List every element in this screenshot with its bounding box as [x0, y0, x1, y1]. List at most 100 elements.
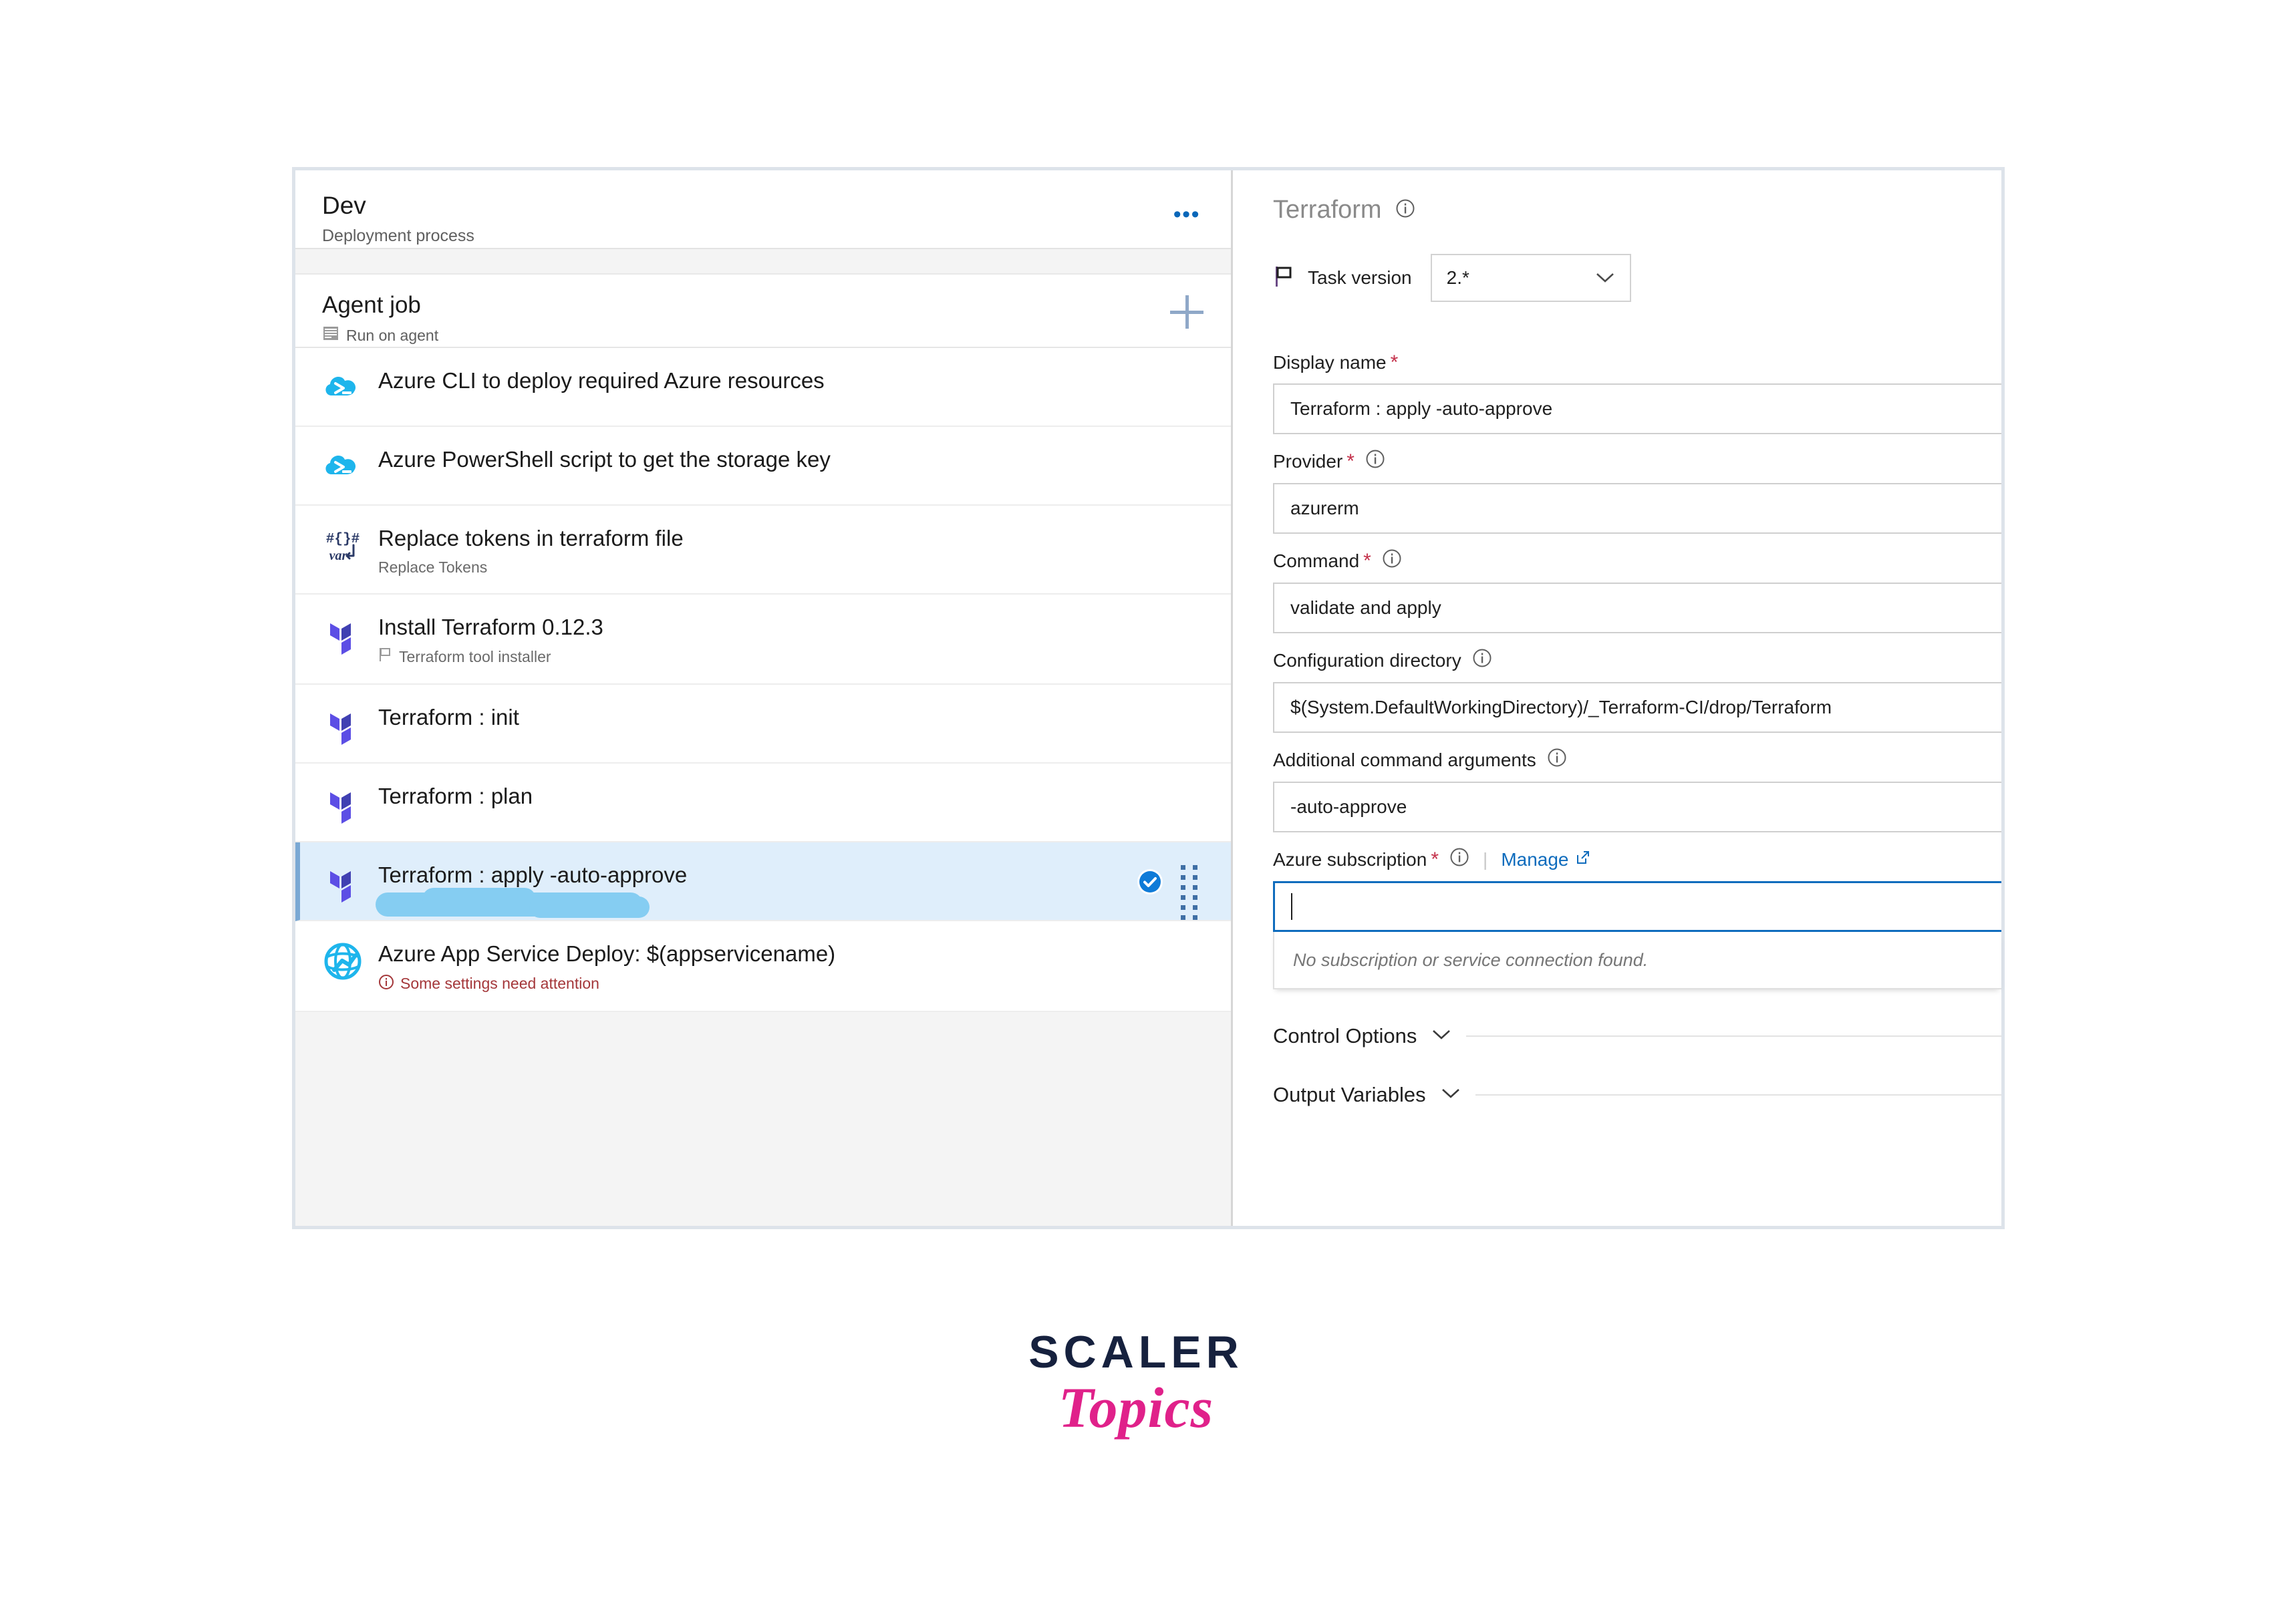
- chevron-down-icon: [1441, 1088, 1461, 1103]
- required-asterisk: *: [1346, 450, 1355, 473]
- field-provider: Provider * azurerm: [1273, 438, 2001, 534]
- field-label-text: Display name: [1273, 352, 1387, 373]
- required-asterisk: *: [1391, 351, 1399, 374]
- task-row[interactable]: #{}# var Replace tokens in terraform fil…: [295, 506, 1231, 595]
- task-row[interactable]: Azure App Service Deploy: $(appservicena…: [295, 921, 1231, 1012]
- tool-installer-flag-icon: [378, 647, 393, 667]
- task-title: Terraform : apply -auto-approve: [378, 862, 1204, 888]
- configuration-directory-input[interactable]: $(System.DefaultWorkingDirectory)/_Terra…: [1273, 682, 2001, 733]
- task-text: Terraform : plan: [378, 780, 1204, 810]
- task-row[interactable]: Azure CLI to deploy required Azure resou…: [295, 348, 1231, 427]
- warning-info-icon: [378, 974, 394, 994]
- drag-handle[interactable]: [1181, 865, 1199, 921]
- section-divider: [1475, 1094, 2001, 1096]
- field-label: Configuration directory: [1273, 637, 2001, 682]
- field-label: Command *: [1273, 538, 2001, 583]
- pipeline-task-editor-window: Dev Deployment process ••• Agent job: [292, 167, 2005, 1229]
- agent-job-subtitle: Run on agent: [322, 325, 1204, 346]
- task-row[interactable]: Azure PowerShell script to get the stora…: [295, 427, 1231, 506]
- section-control-options[interactable]: Control Options: [1273, 1024, 2001, 1048]
- task-subtitle-label: Terraform tool installer: [399, 648, 551, 666]
- field-display-name: Display name * Terraform : apply -auto-a…: [1273, 341, 2001, 434]
- azure-app-service-icon: [322, 941, 364, 982]
- process-header: Dev Deployment process •••: [295, 170, 1231, 249]
- field-label: Display name *: [1273, 341, 2001, 383]
- task-version-select[interactable]: 2.*: [1431, 254, 1631, 302]
- subscription-empty-message: No subscription or service connection fo…: [1273, 932, 2001, 989]
- info-icon[interactable]: [1472, 648, 1492, 673]
- field-label: Additional command arguments: [1273, 737, 2001, 782]
- field-label-text: Azure subscription: [1273, 849, 1427, 870]
- azure-powershell-icon: [322, 446, 364, 488]
- task-title: Terraform : plan: [378, 783, 1204, 810]
- additional-arguments-input[interactable]: -auto-approve: [1273, 782, 2001, 832]
- manage-link-label: Manage: [1501, 849, 1568, 870]
- task-title: Replace tokens in terraform file: [378, 525, 1204, 552]
- watermark-topics: Topics: [1016, 1374, 1256, 1441]
- panel-gap: [295, 249, 1231, 273]
- task-text: Terraform : init: [378, 701, 1204, 731]
- info-icon[interactable]: [1395, 198, 1415, 222]
- configuration-directory-value: $(System.DefaultWorkingDirectory)/_Terra…: [1290, 697, 1832, 718]
- task-text: Azure CLI to deploy required Azure resou…: [378, 365, 1204, 394]
- required-asterisk: *: [1363, 550, 1371, 573]
- command-input[interactable]: validate and apply: [1273, 583, 2001, 633]
- task-title: Azure CLI to deploy required Azure resou…: [378, 367, 1204, 394]
- task-row-selected[interactable]: Terraform : apply -auto-approve: [295, 842, 1231, 921]
- agent-job-row[interactable]: Agent job Run on agent: [295, 275, 1231, 348]
- add-task-button[interactable]: [1168, 293, 1205, 331]
- more-options-icon[interactable]: •••: [1173, 203, 1200, 226]
- chevron-down-icon: [1595, 267, 1615, 289]
- provider-input[interactable]: azurerm: [1273, 483, 2001, 534]
- separator: |: [1483, 849, 1487, 870]
- task-warning-label: Some settings need attention: [400, 975, 599, 993]
- info-icon[interactable]: [1382, 548, 1402, 573]
- replace-tokens-icon: #{}# var: [322, 525, 364, 566]
- page-title: Dev: [322, 192, 1204, 220]
- azure-subscription-input[interactable]: [1273, 881, 2001, 932]
- additional-arguments-value: -auto-approve: [1290, 796, 1407, 818]
- section-divider: [1466, 1035, 2001, 1037]
- field-azure-subscription: Azure subscription * | Manage: [1273, 836, 2001, 989]
- required-asterisk: *: [1431, 848, 1439, 871]
- field-label: Azure subscription * | Manage: [1273, 836, 2001, 881]
- field-configuration-directory: Configuration directory $(System.Default…: [1273, 637, 2001, 733]
- task-version-row: Task version 2.*: [1273, 254, 2001, 302]
- task-title: Azure PowerShell script to get the stora…: [378, 446, 1204, 473]
- svg-text:var: var: [329, 548, 347, 563]
- agent-job-title: Agent job: [322, 292, 1204, 319]
- field-label-text: Provider: [1273, 451, 1342, 472]
- info-icon[interactable]: [1449, 847, 1469, 872]
- task-enabled-check-icon: [1136, 868, 1164, 896]
- flag-icon: [1273, 265, 1296, 292]
- info-icon[interactable]: [1547, 748, 1567, 772]
- task-details-header: Terraform: [1273, 196, 2001, 224]
- info-icon[interactable]: [1365, 449, 1385, 474]
- field-label: Provider *: [1273, 438, 2001, 483]
- svg-text:#{}#: #{}#: [326, 532, 360, 547]
- task-subtitle: Terraform tool installer: [378, 647, 1204, 667]
- process-subtitle: Deployment process: [322, 226, 1204, 246]
- section-output-variables[interactable]: Output Variables: [1273, 1083, 2001, 1107]
- command-value: validate and apply: [1290, 597, 1441, 619]
- field-label-text: Configuration directory: [1273, 650, 1461, 671]
- task-details-panel: Terraform Task version 2.*: [1233, 170, 2001, 1226]
- task-text: Terraform : apply -auto-approve: [378, 859, 1204, 895]
- watermark-scaler: SCALER: [1016, 1326, 1256, 1378]
- display-name-value: Terraform : apply -auto-approve: [1290, 398, 1552, 420]
- task-row[interactable]: Terraform : init: [295, 685, 1231, 764]
- task-version-value: 2.*: [1447, 267, 1469, 289]
- task-subtitle: Replace Tokens: [378, 558, 1204, 577]
- field-label-text: Command: [1273, 550, 1359, 572]
- section-label: Control Options: [1273, 1024, 1417, 1048]
- manage-link[interactable]: Manage: [1501, 849, 1590, 870]
- task-title: Azure App Service Deploy: $(appservicena…: [378, 941, 1204, 967]
- terraform-icon: [322, 862, 364, 903]
- process-tasks-panel: Dev Deployment process ••• Agent job: [295, 170, 1233, 1226]
- task-row[interactable]: Install Terraform 0.12.3 Terraform tool …: [295, 595, 1231, 685]
- display-name-input[interactable]: Terraform : apply -auto-approve: [1273, 383, 2001, 434]
- task-row[interactable]: Terraform : plan: [295, 764, 1231, 842]
- terraform-icon: [322, 704, 364, 746]
- external-link-icon: [1575, 849, 1591, 870]
- field-command: Command * validate and apply: [1273, 538, 2001, 633]
